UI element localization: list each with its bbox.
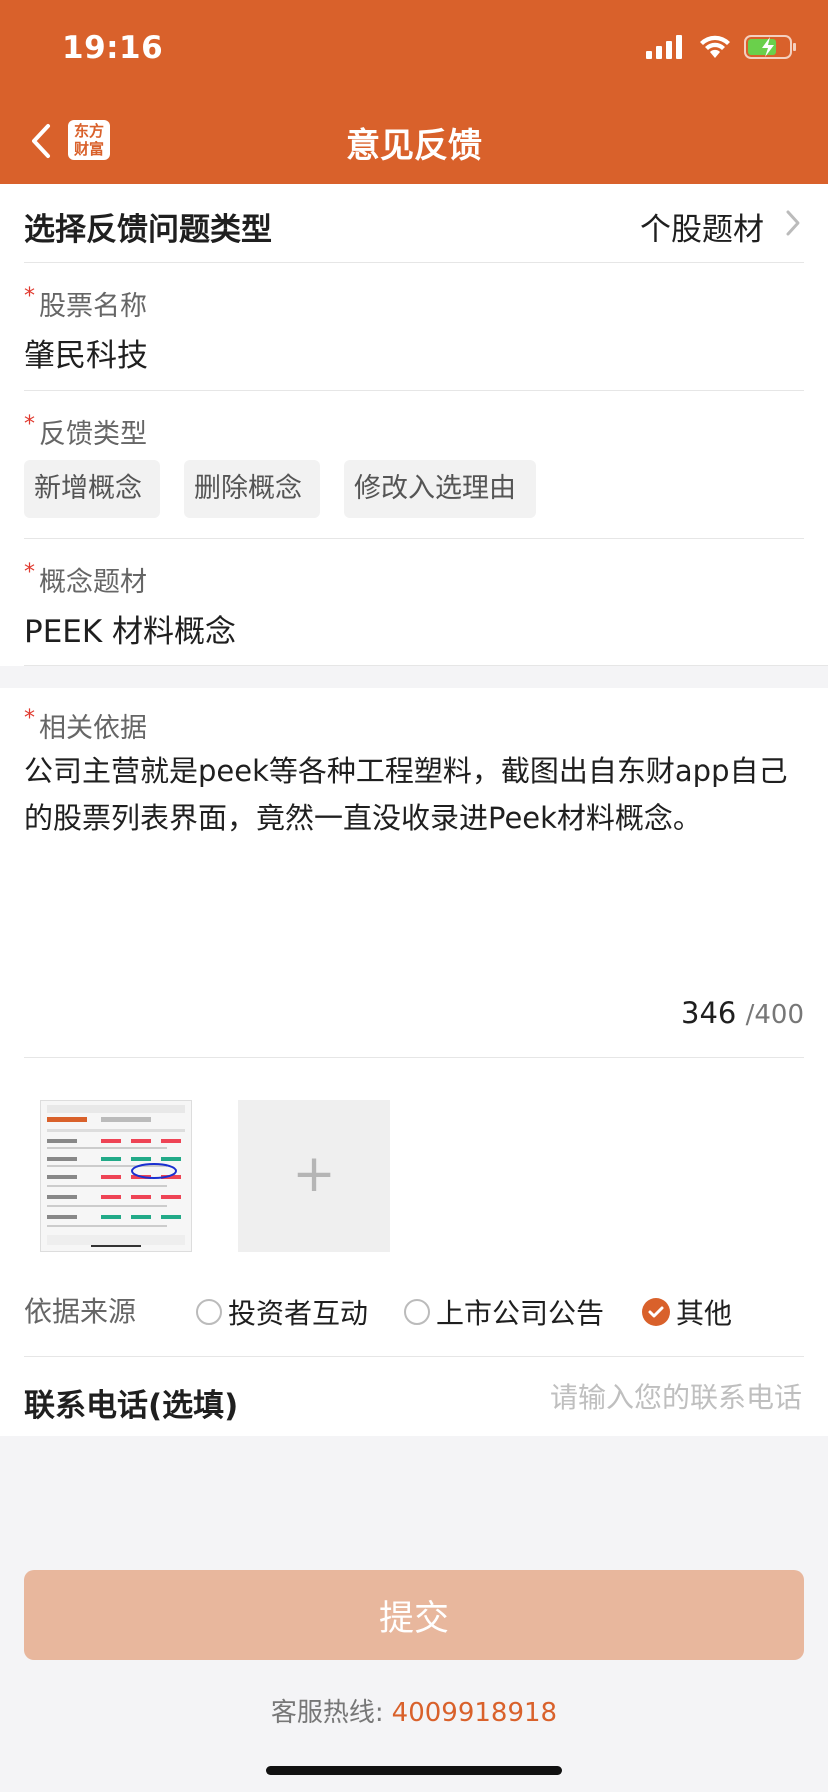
page-title: 意见反馈 xyxy=(346,126,482,166)
radio-unchecked-icon xyxy=(196,1299,222,1325)
divider xyxy=(24,538,804,539)
feedback-type-label: * 反馈类型 xyxy=(24,412,147,450)
concept-label: * 概念题材 xyxy=(24,560,147,598)
source-option-company-announcement[interactable]: 上市公司公告 xyxy=(404,1292,604,1332)
divider xyxy=(24,1356,804,1357)
uploaded-image-thumbnail[interactable] xyxy=(40,1100,192,1252)
source-label: 依据来源 xyxy=(24,1295,137,1328)
submit-button[interactable]: 提交 xyxy=(24,1570,804,1660)
divider xyxy=(24,390,804,391)
concept-value: PEEK 材料概念 xyxy=(24,614,237,650)
issue-type-value: 个股题材 xyxy=(640,212,764,248)
divider xyxy=(24,1057,804,1058)
plus-icon: + xyxy=(292,1144,336,1204)
status-icons xyxy=(646,34,798,60)
stock-name-value: 肇民科技 xyxy=(24,338,148,374)
feedback-type-chip-add[interactable]: 新增概念 xyxy=(24,460,160,518)
chevron-right-icon xyxy=(786,210,800,236)
form-card-top: 选择反馈问题类型 个股题材 * 股票名称 肇民科技 * 反馈类型 * 概念题材 PEE… xyxy=(0,184,828,666)
divider xyxy=(24,665,828,666)
battery-charging-icon xyxy=(744,35,796,59)
phone-label: 联系电话(选填) xyxy=(24,1388,239,1424)
stock-name-label: * 股票名称 xyxy=(24,284,147,322)
radio-unchecked-icon xyxy=(404,1299,430,1325)
status-time: 19:16 xyxy=(62,30,164,66)
basis-textarea[interactable]: 公司主营就是peek等各种工程塑料，截图出自东财app自己的股票列表界面，竟然一… xyxy=(24,748,804,842)
home-indicator xyxy=(266,1766,562,1775)
source-option-investor-interaction[interactable]: 投资者互动 xyxy=(196,1292,368,1332)
signal-icon xyxy=(646,35,682,59)
feedback-type-chip-modify[interactable]: 修改入选理由 xyxy=(344,460,536,518)
header-bar: 19:16 东方 财富 意见反馈 xyxy=(0,0,828,184)
hotline-number[interactable]: 4009918918 xyxy=(392,1698,557,1728)
radio-checked-icon xyxy=(642,1298,670,1326)
feedback-type-chip-delete[interactable]: 删除概念 xyxy=(184,460,320,518)
char-counter: 346 /400 xyxy=(681,996,804,1030)
issue-type-row[interactable]: 选择反馈问题类型 个股题材 xyxy=(0,184,828,262)
phone-input[interactable] xyxy=(440,1380,804,1415)
hotline: 客服热线: 4009918918 xyxy=(270,1698,558,1728)
divider xyxy=(24,262,804,263)
wifi-icon xyxy=(700,35,730,58)
add-image-button[interactable]: + xyxy=(238,1100,390,1252)
basis-label: * 相关依据 xyxy=(24,706,147,744)
source-option-other[interactable]: 其他 xyxy=(642,1292,732,1332)
issue-type-label: 选择反馈问题类型 xyxy=(24,212,272,248)
screenshot-preview-image xyxy=(41,1101,191,1251)
